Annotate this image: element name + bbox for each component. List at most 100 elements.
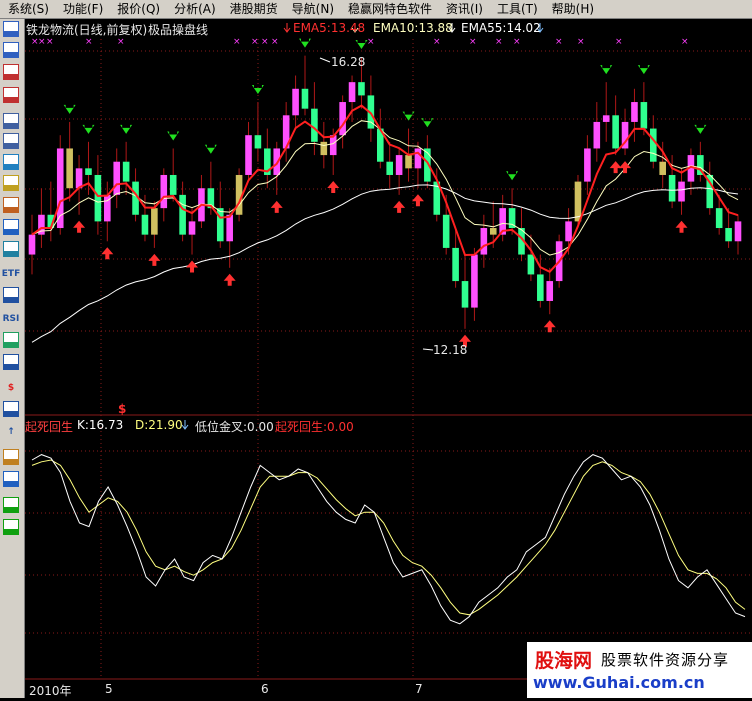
move-icon[interactable]	[3, 471, 19, 487]
ema55-label: EMA55:14.02	[461, 21, 541, 35]
menu-analysis[interactable]: 分析(A)	[166, 0, 222, 18]
candle-body	[640, 102, 648, 129]
money-icon[interactable]: $	[2, 379, 20, 397]
high-pointer	[319, 57, 331, 63]
candle-body	[216, 208, 224, 242]
candle-body	[329, 135, 337, 156]
buy-arrow	[393, 200, 406, 213]
etf-icon[interactable]: ETF	[2, 265, 20, 283]
market-icon[interactable]	[3, 21, 19, 37]
message-icon[interactable]	[3, 175, 19, 191]
line-chart-icon[interactable]	[3, 64, 19, 80]
zoom-in-icon[interactable]	[3, 401, 19, 417]
menu-tools[interactable]: 工具(T)	[489, 0, 544, 18]
top-marker: ×	[117, 37, 125, 47]
menu-bar: 系统(S) 功能(F) 报价(Q) 分析(A) 港股期货 导航(N) 稳赢网特色软件 资讯(I…	[0, 0, 752, 19]
quote-list-icon[interactable]	[3, 42, 19, 58]
top-marker: ×	[38, 37, 46, 47]
golden-cross-value: 低位金叉:0.00	[195, 420, 274, 434]
buy-arrow	[270, 200, 283, 213]
sell-arrow	[204, 144, 217, 154]
top-marker: ×	[577, 37, 585, 47]
candle-body	[602, 115, 610, 122]
candle-body	[659, 161, 666, 175]
revive-value: 起死回生:0.00	[275, 420, 354, 434]
menu-hk-futures[interactable]: 港股期货	[222, 0, 284, 18]
candle-body	[461, 281, 469, 308]
candle-body	[480, 228, 488, 255]
window-icon[interactable]	[3, 113, 19, 129]
candle-body	[584, 148, 591, 182]
kline-icon[interactable]	[3, 87, 19, 103]
top-marker: ×	[233, 37, 241, 47]
wave-icon[interactable]	[3, 287, 19, 303]
pen-icon[interactable]	[3, 449, 19, 465]
candle-body	[395, 155, 403, 175]
calc-icon[interactable]	[3, 354, 19, 370]
x-label-july: 7	[415, 682, 423, 696]
menu-navigation[interactable]: 导航(N)	[284, 0, 340, 18]
candle-body	[386, 161, 394, 175]
browser-icon[interactable]	[3, 241, 19, 257]
candle-body	[75, 168, 83, 189]
menu-function[interactable]: 功能(F)	[55, 0, 109, 18]
d-value: D:21.90	[135, 418, 183, 432]
top-marker: ×	[85, 37, 93, 47]
stock-title: 铁龙物流(日线,前复权)	[26, 23, 148, 37]
menu-tools-label: 工具(T)	[496, 2, 538, 16]
candle-body	[151, 208, 158, 235]
buy-arrow	[609, 161, 622, 174]
users-icon[interactable]	[3, 197, 19, 213]
table-icon[interactable]	[3, 332, 19, 348]
menu-hk-futures-label: 港股期货	[229, 2, 278, 16]
ema5-label: EMA5:13.48	[293, 21, 366, 35]
candle-body	[565, 221, 572, 242]
menu-news[interactable]: 资讯(I)	[438, 0, 489, 18]
candle-body	[537, 274, 544, 301]
f10-icon[interactable]	[3, 154, 19, 170]
menu-quote[interactable]: 报价(Q)	[109, 0, 166, 18]
candle-body	[414, 148, 422, 169]
down-green-icon[interactable]	[3, 519, 19, 535]
x-label-may: 5	[105, 682, 113, 696]
buy-arrow	[327, 180, 340, 193]
high-price-label: 16.28	[331, 55, 366, 69]
candle-body	[442, 214, 450, 248]
sell-arrow	[82, 124, 95, 134]
sell-arrow	[355, 39, 368, 49]
candle-body	[254, 135, 262, 149]
sell-arrow	[167, 131, 180, 141]
report-icon[interactable]	[3, 133, 19, 149]
buy-arrow	[543, 320, 556, 333]
top-marker: ×	[681, 37, 689, 47]
candle-body	[320, 141, 328, 156]
menu-wenying-software-label: 稳赢网特色软件	[348, 2, 433, 16]
candle-body	[452, 247, 459, 282]
candle-body	[471, 254, 478, 308]
menu-system[interactable]: 系统(S)	[0, 0, 55, 18]
low-pointer	[422, 348, 434, 351]
watermark-slogan: 股票软件资源分享	[601, 651, 730, 669]
menu-help[interactable]: 帮助(H)	[544, 0, 600, 18]
top-marker: ×	[46, 37, 54, 47]
candle-body	[141, 214, 149, 235]
up-green-icon[interactable]	[3, 497, 19, 513]
rsi-icon[interactable]: RSI	[2, 310, 20, 328]
candle-body	[348, 82, 356, 103]
left-toolbar: ETF RSI $ ↑	[0, 19, 25, 698]
menu-navigation-label: 导航(N)	[291, 2, 335, 16]
sell-arrow	[506, 171, 519, 181]
buy-arrow	[73, 220, 86, 233]
header-down-arrow	[181, 420, 189, 430]
x-label-june: 6	[261, 682, 269, 696]
candle-body	[725, 228, 732, 242]
tech-icon[interactable]	[3, 219, 19, 235]
chart-area[interactable]: × × × × × × × × × × × × × × × × × × 铁龙物流(日线,前复权) 极品操盘线 EM…	[25, 19, 752, 698]
menu-wenying-software[interactable]: 稳赢网特色软件	[340, 0, 438, 18]
buy-arrow	[411, 194, 424, 207]
arrow-up-icon[interactable]: ↑	[2, 423, 20, 441]
candle-body	[715, 208, 723, 229]
candle-body	[358, 82, 365, 96]
sub-indicator-name: 起死回生	[25, 420, 74, 434]
candle-body	[28, 234, 36, 255]
